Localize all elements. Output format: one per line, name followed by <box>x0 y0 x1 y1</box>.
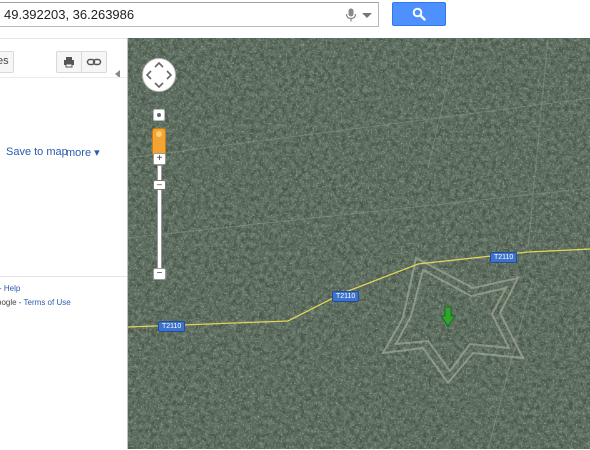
pan-control[interactable] <box>141 57 177 93</box>
print-button[interactable] <box>56 51 82 73</box>
road-label-t2110: T2110 <box>332 291 360 302</box>
link-button[interactable] <box>81 51 107 73</box>
rotate-reset-button[interactable] <box>153 109 165 121</box>
panel-divider <box>0 77 127 78</box>
terms-of-use-link[interactable]: Terms of Use <box>24 298 71 307</box>
panel-toolbar: es <box>0 51 127 78</box>
satellite-imagery[interactable] <box>128 38 590 449</box>
microphone-icon[interactable] <box>345 8 357 22</box>
search-input[interactable]: 49.392203, 36.263986 <box>0 2 379 27</box>
printer-icon <box>64 57 74 68</box>
zoom-slider-handle[interactable]: – <box>153 180 166 190</box>
street-view-pegman-icon[interactable] <box>152 128 166 156</box>
zoom-out-button[interactable]: − <box>153 268 166 280</box>
directions-button[interactable]: es <box>0 51 14 73</box>
help-line: - Help <box>0 284 20 293</box>
help-link[interactable]: Help <box>4 284 20 293</box>
left-panel: es Save to map more ▾ - Help oogle - Ter… <box>0 38 127 450</box>
zoom-in-button[interactable]: + <box>153 153 166 165</box>
link-icon <box>86 58 102 66</box>
panel-divider-footer <box>0 276 127 277</box>
terms-prefix: oogle - <box>0 298 22 307</box>
search-options-dropdown-icon[interactable] <box>362 13 372 18</box>
more-link[interactable]: more ▾ <box>66 146 100 159</box>
search-button[interactable] <box>392 2 446 26</box>
directions-label: es <box>0 55 9 67</box>
terms-line: oogle - Terms of Use <box>0 298 71 307</box>
search-icon <box>412 7 426 21</box>
top-bar: 49.392203, 36.263986 <box>0 0 590 38</box>
road-label-t2110: T2110 <box>490 252 518 263</box>
search-query-text[interactable]: 49.392203, 36.263986 <box>4 7 134 22</box>
save-to-map-link[interactable]: Save to map <box>6 146 68 158</box>
satellite-map[interactable]: + – − T2110 T2110 T2110 <box>127 38 590 449</box>
road-label-t2110: T2110 <box>158 321 186 332</box>
location-marker-icon[interactable] <box>440 306 456 328</box>
